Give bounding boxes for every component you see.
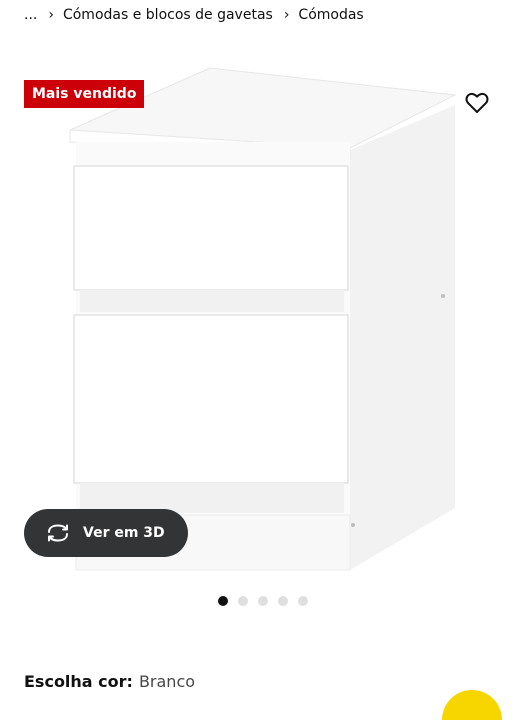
breadcrumb-item-chests-and-drawers[interactable]: Cómodas e blocos de gavetas [63,7,273,23]
color-label: Escolha cor: [24,672,133,691]
heart-outline-icon [465,92,489,113]
color-value: Branco [138,672,196,691]
bestseller-badge: Mais vendido [24,80,145,108]
view-in-3d-button[interactable]: Ver em 3D [24,509,188,557]
breadcrumb-item-chests[interactable]: Cómodas [298,7,363,23]
view-in-3d-label: Ver em 3D [83,525,165,541]
breadcrumb: ... › Cómodas e blocos de gavetas › Cómo… [24,4,364,26]
product-image[interactable] [60,60,470,580]
carousel-dot-3[interactable] [258,596,268,606]
favorite-button[interactable] [460,86,494,120]
carousel-dot-1[interactable] [218,596,228,606]
image-carousel-dots [218,596,308,606]
carousel-dot-5[interactable] [298,596,308,606]
breadcrumb-separator-icon: › [283,7,290,23]
rotate-3d-icon [45,523,71,543]
floating-action-button[interactable] [442,690,502,720]
breadcrumb-ellipsis[interactable]: ... [24,7,37,23]
carousel-dot-2[interactable] [238,596,248,606]
carousel-dot-4[interactable] [278,596,288,606]
color-selector[interactable]: Escolha cor: Branco [24,672,195,691]
breadcrumb-separator-icon: › [48,7,54,23]
